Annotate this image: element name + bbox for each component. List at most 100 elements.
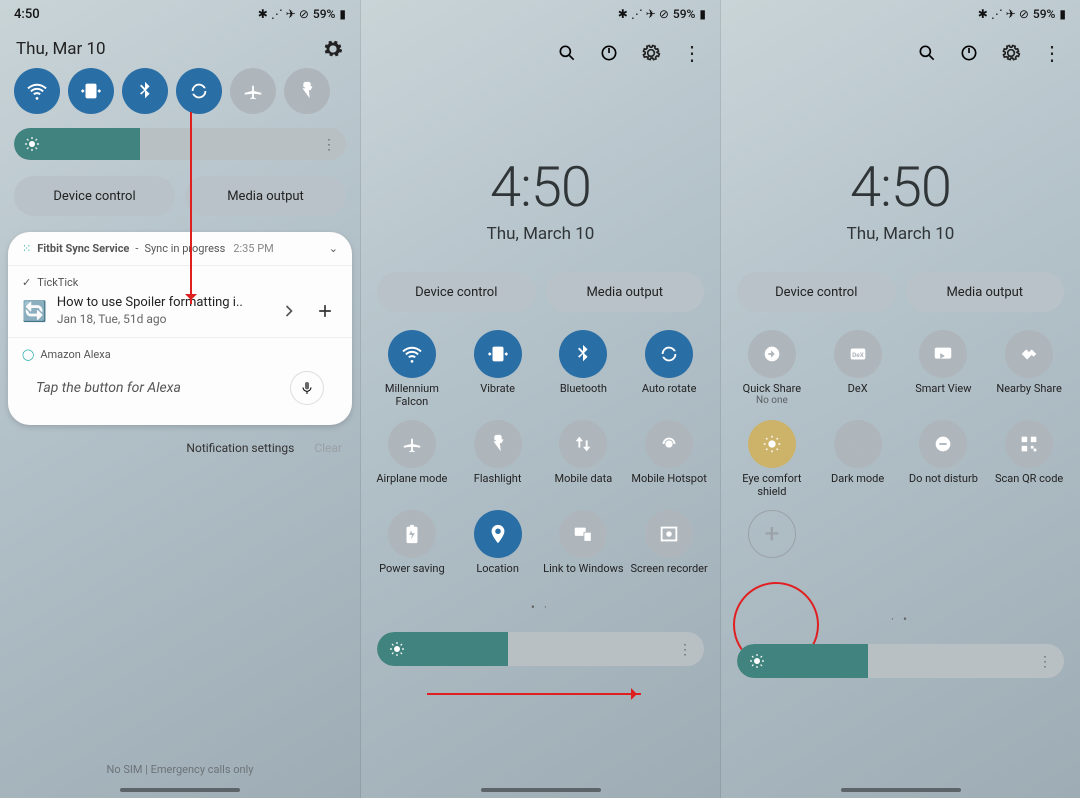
page-indicator: • · — [361, 596, 720, 614]
notification-fitbit[interactable]: ⁙ Fitbit Sync Service - Sync in progress… — [8, 232, 352, 266]
search-icon[interactable] — [916, 42, 938, 64]
status-icons: ✱ ⋰ ✈ ⊘ 59%▮ — [978, 7, 1066, 21]
powersaving-icon — [388, 510, 436, 558]
dex-icon — [834, 330, 882, 378]
ticktick-icon: ✓ — [22, 276, 31, 289]
qs-wifi-toggle[interactable] — [14, 68, 60, 114]
clock-time: 4:50 — [361, 154, 720, 220]
qs-autorotate-toggle[interactable] — [176, 68, 222, 114]
qs-tile-powersaving[interactable]: Power saving — [371, 510, 453, 588]
quick-settings-grid: Quick ShareNo oneDeXSmart ViewNearby Sha… — [721, 322, 1080, 596]
qs-vibrate-toggle[interactable] — [68, 68, 114, 114]
qs-airplane-toggle[interactable] — [230, 68, 276, 114]
qs-tile-scanqr[interactable]: Scan QR code — [988, 420, 1070, 498]
qs-tile-screenrec[interactable]: Screen recorder — [628, 510, 710, 588]
brightness-slider[interactable]: ⋮ — [737, 644, 1064, 678]
qs-tile-quickshare[interactable]: Quick ShareNo one — [731, 330, 813, 408]
brightness-slider[interactable]: ⋮ — [14, 128, 346, 160]
location-icon — [474, 510, 522, 558]
nav-pill[interactable] — [120, 788, 240, 792]
nav-pill[interactable] — [841, 788, 961, 792]
qs-tile-eyecomfort[interactable]: Eye comfort shield — [731, 420, 813, 498]
brightness-more-icon[interactable]: ⋮ — [322, 137, 336, 153]
clock-date: Thu, March 10 — [361, 224, 720, 244]
clear-notifications-link[interactable]: Clear — [314, 441, 342, 455]
wifi-icon — [388, 330, 436, 378]
media-output-button[interactable]: Media output — [906, 272, 1065, 312]
qs-tile-dnd[interactable]: Do not disturb — [903, 420, 985, 498]
qs-tile-hotspot[interactable]: Mobile Hotspot — [628, 420, 710, 498]
brightness-more-icon[interactable]: ⋮ — [1038, 654, 1052, 670]
qs-flashlight-toggle[interactable] — [284, 68, 330, 114]
qs-add-tile-button[interactable]: + — [731, 510, 813, 588]
clock-date: Thu, March 10 — [721, 224, 1080, 244]
brightness-more-icon[interactable]: ⋮ — [678, 642, 692, 658]
nav-pill[interactable] — [481, 788, 601, 792]
qs-tile-mobiledata[interactable]: Mobile data — [543, 420, 625, 498]
mobiledata-icon — [559, 420, 607, 468]
brightness-sun-icon — [24, 136, 40, 152]
annotation-arrow-right — [427, 693, 641, 695]
linkwindows-icon — [559, 510, 607, 558]
qs-tile-linkwindows[interactable]: Link to Windows — [543, 510, 625, 588]
brightness-sun-icon — [749, 653, 765, 669]
qs-tile-autorotate[interactable]: Auto rotate — [628, 330, 710, 408]
qs-tile-nearbyshare[interactable]: Nearby Share — [988, 330, 1070, 408]
airplane-icon — [388, 420, 436, 468]
dnd-icon — [919, 420, 967, 468]
qs-tile-airplane[interactable]: Airplane mode — [371, 420, 453, 498]
qs-tile-darkmode[interactable]: Dark mode — [817, 420, 899, 498]
bluetooth-icon — [559, 330, 607, 378]
settings-gear-icon[interactable] — [640, 42, 662, 64]
qs-tile-smartview[interactable]: Smart View — [903, 330, 985, 408]
flashlight-icon — [474, 420, 522, 468]
alexa-icon: ◯ — [22, 348, 34, 361]
brightness-sun-icon — [389, 641, 405, 657]
qs-tile-wifi[interactable]: Millennium Falcon — [371, 330, 453, 408]
notification-settings-link[interactable]: Notification settings — [186, 441, 294, 455]
shade-date: Thu, Mar 10 — [16, 39, 106, 59]
search-icon[interactable] — [556, 42, 578, 64]
qs-bluetooth-toggle[interactable] — [122, 68, 168, 114]
no-sim-label: No SIM | Emergency calls only — [0, 763, 360, 776]
quick-settings-page1-panel: ✱ ⋰ ✈ ⊘ 59%▮ ⋮ 4:50 Thu, March 10 Device… — [360, 0, 720, 798]
notification-ticktick[interactable]: ✓ TickTick 🔄 How to use Spoiler formatti… — [8, 266, 352, 338]
scanqr-icon — [1005, 420, 1053, 468]
qs-tile-flashlight[interactable]: Flashlight — [457, 420, 539, 498]
media-output-button[interactable]: Media output — [185, 176, 346, 216]
quick-settings-row — [0, 68, 360, 114]
annotation-arrow-down — [190, 112, 192, 304]
power-icon[interactable] — [598, 42, 620, 64]
settings-gear-icon[interactable] — [322, 38, 344, 60]
quick-settings-grid: Millennium FalconVibrateBluetoothAuto ro… — [361, 322, 720, 596]
device-control-button[interactable]: Device control — [377, 272, 536, 312]
status-bar: 4:50 ✱ ⋰ ✈ ⊘ 59%▮ — [0, 0, 360, 28]
alexa-mic-button[interactable] — [290, 371, 324, 405]
add-task-icon[interactable] — [312, 298, 338, 324]
more-menu-icon[interactable]: ⋮ — [1042, 49, 1062, 57]
more-menu-icon[interactable]: ⋮ — [682, 49, 702, 57]
status-bar: ✱ ⋰ ✈ ⊘ 59%▮ — [721, 0, 1080, 28]
qs-tile-vibrate[interactable]: Vibrate — [457, 330, 539, 408]
brightness-slider[interactable]: ⋮ — [377, 632, 704, 666]
notification-alexa[interactable]: ◯ Amazon Alexa Tap the button for Alexa — [8, 338, 352, 425]
media-output-button[interactable]: Media output — [546, 272, 705, 312]
quickshare-icon — [748, 330, 796, 378]
screenrec-icon — [645, 510, 693, 558]
chevron-down-icon[interactable]: ⌄ — [329, 242, 338, 255]
chevron-right-icon[interactable] — [276, 298, 302, 324]
device-control-button[interactable]: Device control — [14, 176, 175, 216]
plus-icon: + — [748, 510, 796, 558]
qs-tile-dex[interactable]: DeX — [817, 330, 899, 408]
settings-gear-icon[interactable] — [1000, 42, 1022, 64]
autorotate-icon — [645, 330, 693, 378]
eyecomfort-icon — [748, 420, 796, 468]
vibrate-icon — [474, 330, 522, 378]
device-control-button[interactable]: Device control — [737, 272, 896, 312]
hotspot-icon — [645, 420, 693, 468]
ticktick-task-icon: 🔄 — [22, 299, 47, 323]
status-time: 4:50 — [14, 7, 40, 22]
qs-tile-bluetooth[interactable]: Bluetooth — [543, 330, 625, 408]
power-icon[interactable] — [958, 42, 980, 64]
qs-tile-location[interactable]: Location — [457, 510, 539, 588]
